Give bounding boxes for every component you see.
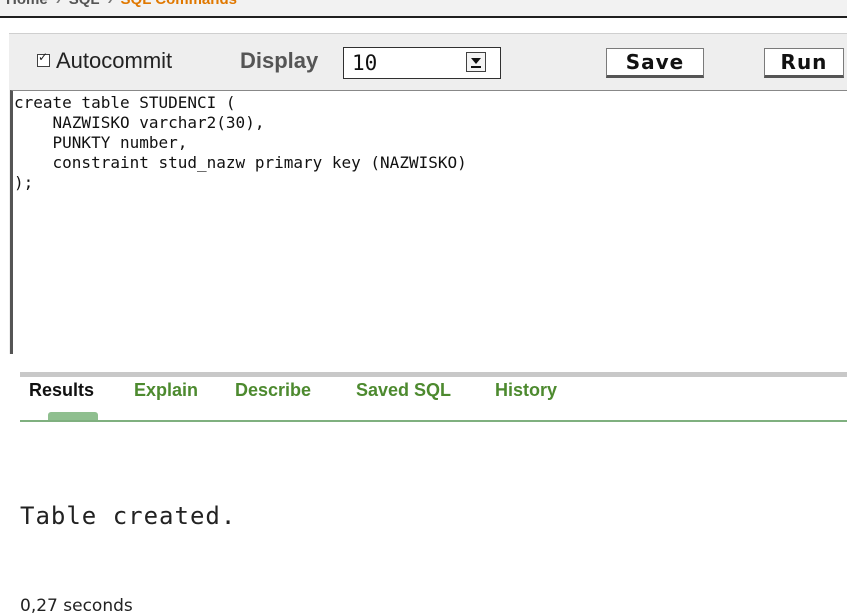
breadcrumb-separator: › <box>108 0 113 8</box>
breadcrumb-home-link[interactable]: Home <box>6 0 48 8</box>
display-rows-select[interactable]: 10 <box>343 47 501 79</box>
display-label: Display <box>240 48 319 73</box>
active-tab-indicator <box>48 412 98 420</box>
breadcrumb-bar: Home › SQL › SQL Commands <box>0 0 847 18</box>
tab-results[interactable]: Results <box>29 380 94 401</box>
checkmark-icon: ✓ <box>38 50 49 64</box>
save-button[interactable]: Save <box>606 48 704 78</box>
run-button[interactable]: Run <box>764 48 844 78</box>
autocommit-checkbox[interactable]: ✓ <box>37 50 50 67</box>
tabs-underline <box>20 420 847 422</box>
breadcrumb-current: SQL Commands <box>121 0 237 8</box>
tab-describe[interactable]: Describe <box>235 380 311 401</box>
breadcrumb-separator: › <box>56 0 61 8</box>
autocommit-label: Autocommit <box>56 48 173 73</box>
result-message: Table created. <box>20 502 237 530</box>
elapsed-time: 0,27 seconds <box>20 596 133 616</box>
tab-saved-sql[interactable]: Saved SQL <box>356 380 451 401</box>
breadcrumb: Home › SQL › SQL Commands <box>6 0 237 8</box>
breadcrumb-sql-link[interactable]: SQL <box>69 0 100 8</box>
tab-history[interactable]: History <box>495 380 557 401</box>
section-divider <box>20 372 847 377</box>
display-select-value: 10 <box>352 51 378 75</box>
dropdown-arrow-icon[interactable] <box>466 52 486 72</box>
command-toolbar: ✓ Autocommit Display 10 Save Run <box>9 34 847 92</box>
tab-explain[interactable]: Explain <box>134 380 198 401</box>
sql-editor[interactable]: create table STUDENCI ( NAZWISKO varchar… <box>10 90 847 354</box>
